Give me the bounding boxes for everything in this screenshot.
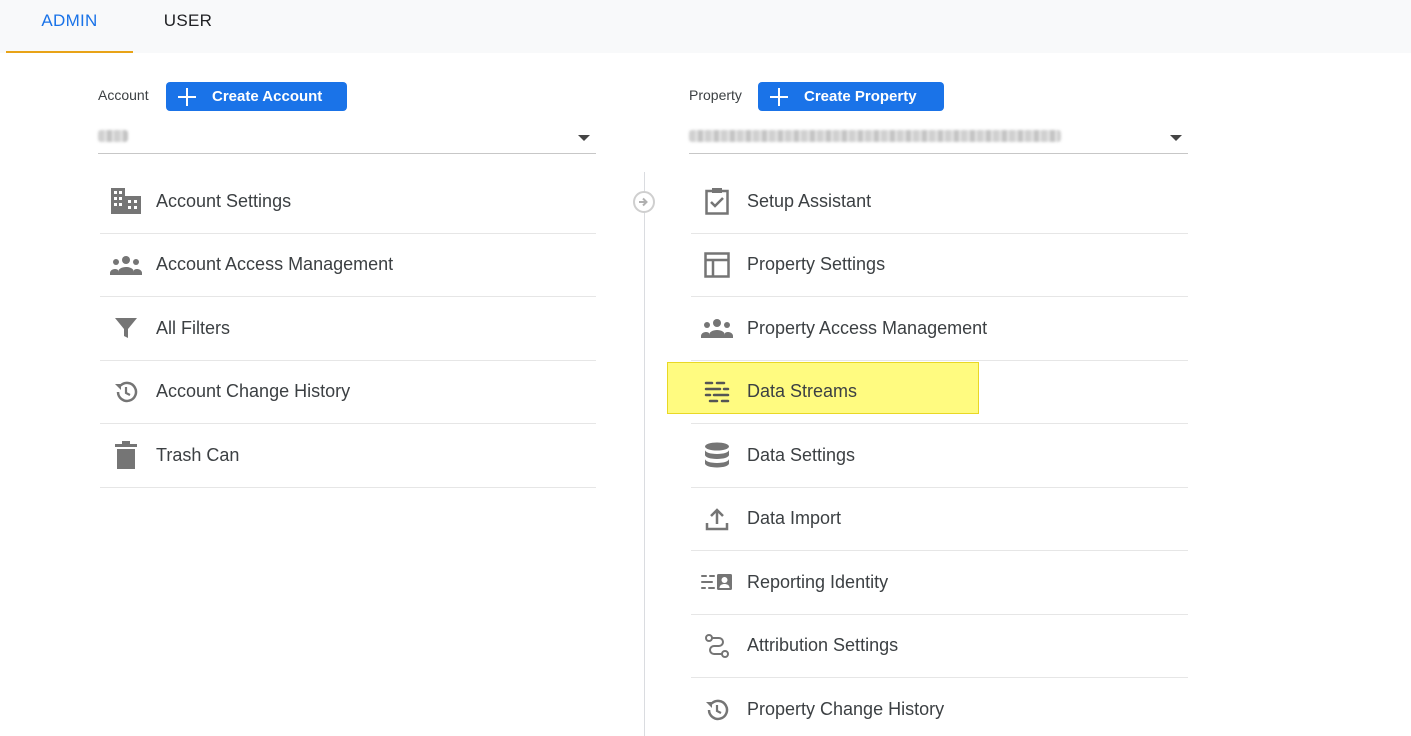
tab-admin[interactable]: ADMIN: [6, 0, 133, 53]
create-account-button[interactable]: Create Account: [166, 82, 347, 111]
menu-item-label: Attribution Settings: [747, 635, 899, 656]
database-icon: [701, 439, 733, 471]
layout-icon: [701, 249, 733, 281]
create-property-button[interactable]: Create Property: [758, 82, 944, 111]
plus-icon: [770, 87, 788, 106]
menu-item-label: Account Change History: [156, 381, 351, 402]
menu-item-reporting-identity[interactable]: Reporting Identity: [691, 551, 1188, 615]
menu-item-label: Data Settings: [747, 444, 856, 465]
people-icon: [110, 249, 142, 281]
menu-item-property-settings[interactable]: Property Settings: [691, 234, 1188, 297]
menu-item-setup-assistant[interactable]: Setup Assistant: [691, 170, 1188, 234]
clipboard-check-icon: [701, 185, 733, 217]
menu-item-property-access-management[interactable]: Property Access Management: [691, 297, 1188, 361]
property-label: Property: [689, 87, 742, 103]
chevron-down-icon: [578, 135, 590, 141]
menu-item-label: Account Access Management: [156, 254, 394, 275]
account-label: Account: [98, 87, 149, 103]
menu-item-data-streams[interactable]: Data Streams: [691, 361, 1188, 424]
menu-item-label: Property Change History: [747, 699, 945, 720]
tab-user[interactable]: USER: [133, 0, 243, 53]
property-selector[interactable]: [689, 122, 1188, 154]
history-icon: [701, 694, 733, 726]
menu-item-label: Reporting Identity: [747, 571, 889, 592]
account-menu: Account Settings Account Access Manageme…: [100, 170, 596, 488]
menu-item-account-change-history[interactable]: Account Change History: [100, 361, 596, 424]
property-menu: Setup Assistant Property Settings Proper…: [691, 170, 1188, 736]
menu-item-data-settings[interactable]: Data Settings: [691, 424, 1188, 488]
menu-item-all-filters[interactable]: All Filters: [100, 297, 596, 361]
menu-item-attribution-settings[interactable]: Attribution Settings: [691, 615, 1188, 678]
admin-tabbar: ADMIN USER: [0, 0, 1411, 53]
menu-item-label: Account Settings: [156, 190, 292, 211]
menu-item-data-import[interactable]: Data Import: [691, 488, 1188, 551]
menu-item-label: Property Access Management: [747, 317, 988, 338]
plus-icon: [178, 87, 196, 106]
building-icon: [110, 185, 142, 217]
upload-icon: [701, 503, 733, 535]
reporting-identity-icon: [701, 566, 733, 598]
menu-item-label: Trash Can: [156, 444, 240, 465]
account-selector[interactable]: [98, 122, 596, 154]
history-icon: [110, 376, 142, 408]
route-icon: [701, 630, 733, 662]
property-name-redacted: [689, 130, 1061, 142]
menu-item-label: All Filters: [156, 317, 231, 338]
create-property-label: Create Property: [804, 88, 917, 105]
menu-item-account-access-management[interactable]: Account Access Management: [100, 234, 596, 297]
menu-item-label: Setup Assistant: [747, 190, 872, 211]
filter-icon: [110, 312, 142, 344]
data-streams-icon: [701, 376, 733, 408]
menu-item-label: Data Import: [747, 508, 842, 529]
account-name-redacted: [98, 130, 128, 142]
menu-item-label: Data Streams: [747, 381, 858, 402]
column-divider: [644, 172, 645, 736]
menu-item-label: Property Settings: [747, 254, 886, 275]
trash-icon: [110, 439, 142, 471]
arrow-right-circle-icon: [633, 191, 655, 213]
menu-item-property-change-history[interactable]: Property Change History: [691, 678, 1188, 736]
people-icon: [701, 312, 733, 344]
menu-item-account-settings[interactable]: Account Settings: [100, 170, 596, 234]
chevron-down-icon: [1170, 135, 1182, 141]
menu-item-trash-can[interactable]: Trash Can: [100, 424, 596, 488]
create-account-label: Create Account: [212, 88, 323, 105]
